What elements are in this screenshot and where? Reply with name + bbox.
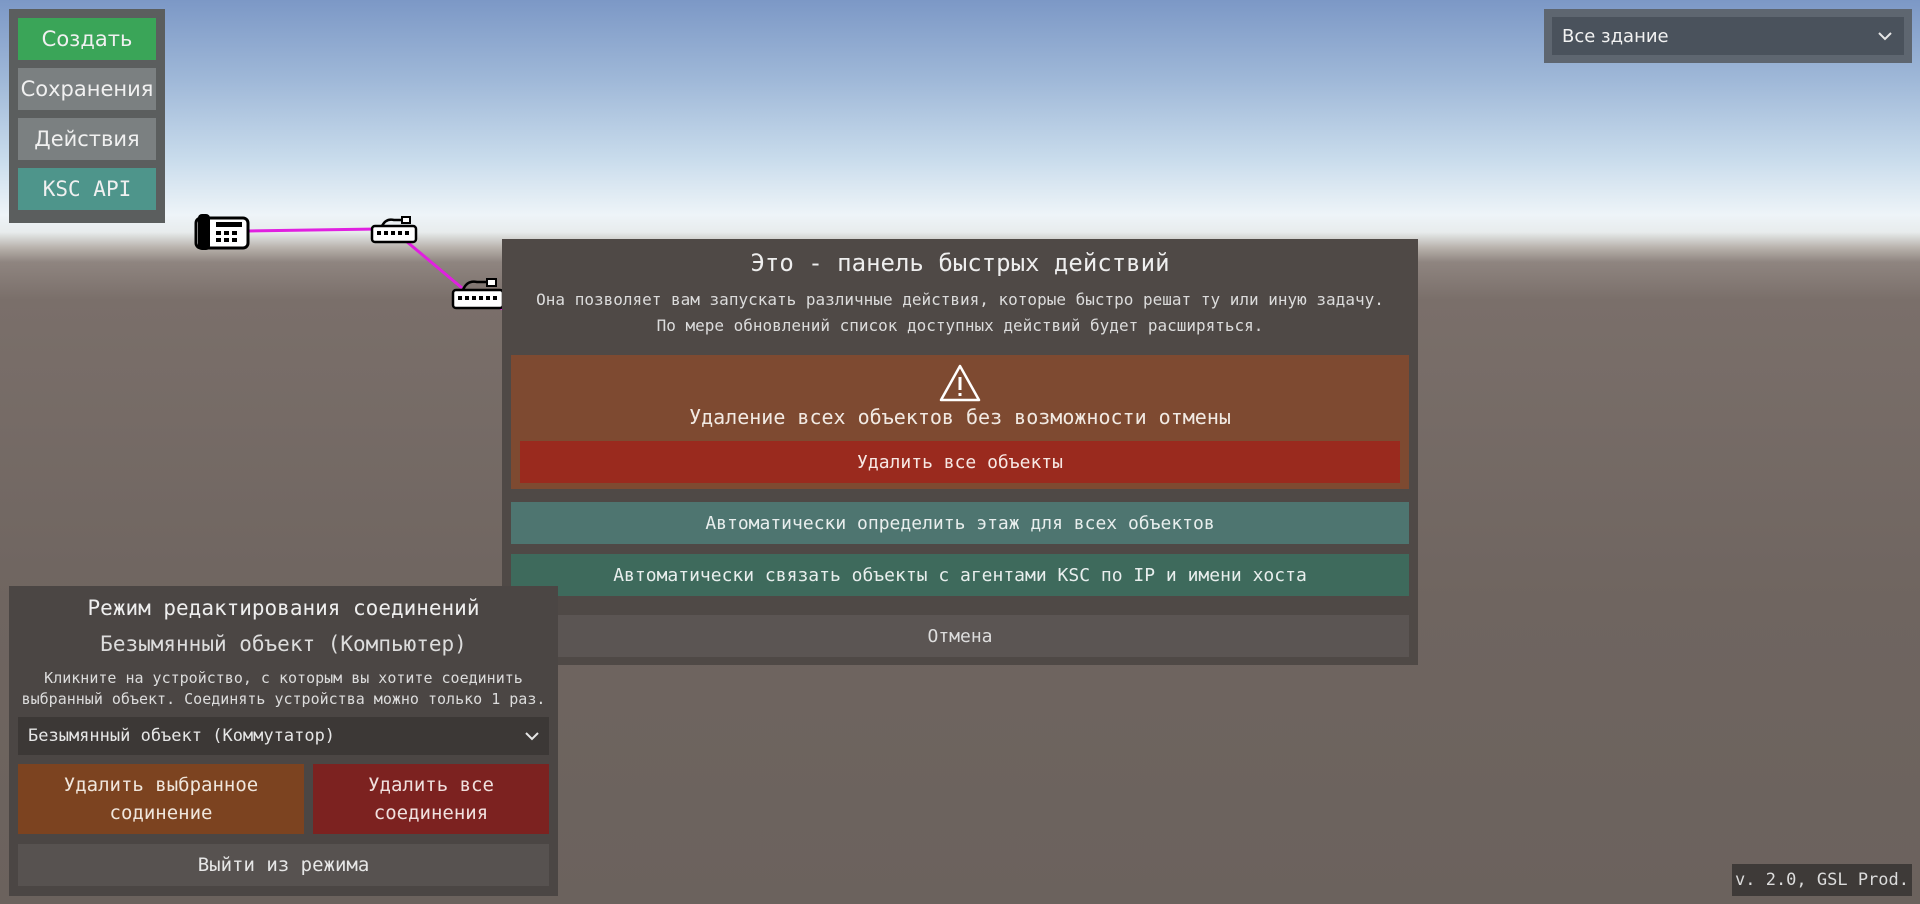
auto-link-ksc-button[interactable]: Автоматически связать объекты с агентами… xyxy=(511,554,1409,596)
exit-mode-button[interactable]: Выйти из режима xyxy=(18,844,549,886)
version-label: v. 2.0, GSL Prod. xyxy=(1732,864,1912,896)
switch-icon[interactable] xyxy=(370,216,418,244)
chevron-down-icon xyxy=(1878,32,1892,41)
chevron-down-icon xyxy=(525,732,539,741)
delete-all-objects-button[interactable]: Удалить все объекты xyxy=(520,441,1400,483)
quick-actions-title: Это - панель быстрых действий xyxy=(750,249,1170,277)
connection-hint: выбранный объект. Соединять устройства м… xyxy=(21,690,546,708)
danger-warning-text: Удаление всех объектов без возможности о… xyxy=(689,405,1231,429)
quick-actions-description: Она позволяет вам запускать различные де… xyxy=(536,290,1384,309)
quick-actions-panel: Это - панель быстрых действий Она позвол… xyxy=(502,239,1418,665)
scope-dropdown-value: Все здание xyxy=(1562,25,1669,47)
connection-line xyxy=(461,288,506,312)
quick-actions-description: По мере обновлений список доступных дейс… xyxy=(656,316,1264,335)
create-button[interactable]: Создать xyxy=(18,18,156,60)
button-label-line: Удалить все xyxy=(368,774,494,796)
connection-line xyxy=(399,234,463,290)
connection-dropdown-value: Безымянный объект (Коммутатор) xyxy=(28,726,336,746)
connection-hint: Кликните на устройство, с которым вы хот… xyxy=(44,669,523,687)
actions-button[interactable]: Действия xyxy=(18,118,156,160)
main-menu: Создать Сохранения Действия KSC API xyxy=(9,9,165,223)
button-label-line: Удалить выбранное xyxy=(63,774,259,796)
connection-line xyxy=(247,227,379,233)
button-label-line: соединения xyxy=(373,802,489,824)
cancel-button[interactable]: Отмена xyxy=(511,615,1409,657)
scope-panel: Все здание xyxy=(1544,9,1912,63)
delete-selected-connection-button[interactable]: Удалить выбранное содинение xyxy=(18,764,304,834)
button-label-line: содинение xyxy=(109,802,213,824)
switch-icon[interactable] xyxy=(451,278,505,310)
phone-icon[interactable] xyxy=(194,214,250,250)
delete-all-connections-button[interactable]: Удалить все соединения xyxy=(313,764,549,834)
auto-detect-floor-button[interactable]: Автоматически определить этаж для всех о… xyxy=(511,502,1409,544)
connection-dropdown[interactable]: Безымянный объект (Коммутатор) xyxy=(18,717,549,755)
scope-dropdown[interactable]: Все здание xyxy=(1552,17,1904,55)
danger-zone: Удаление всех объектов без возможности о… xyxy=(511,355,1409,489)
selected-object-name: Безымянный объект (Компьютер) xyxy=(100,632,467,656)
warning-icon xyxy=(939,364,981,402)
ksc-api-button[interactable]: KSC API xyxy=(18,168,156,210)
connection-edit-panel: Режим редактирования соединений Безымянн… xyxy=(9,586,558,896)
connection-panel-title: Режим редактирования соединений xyxy=(87,596,480,620)
saves-button[interactable]: Сохранения xyxy=(18,68,156,110)
